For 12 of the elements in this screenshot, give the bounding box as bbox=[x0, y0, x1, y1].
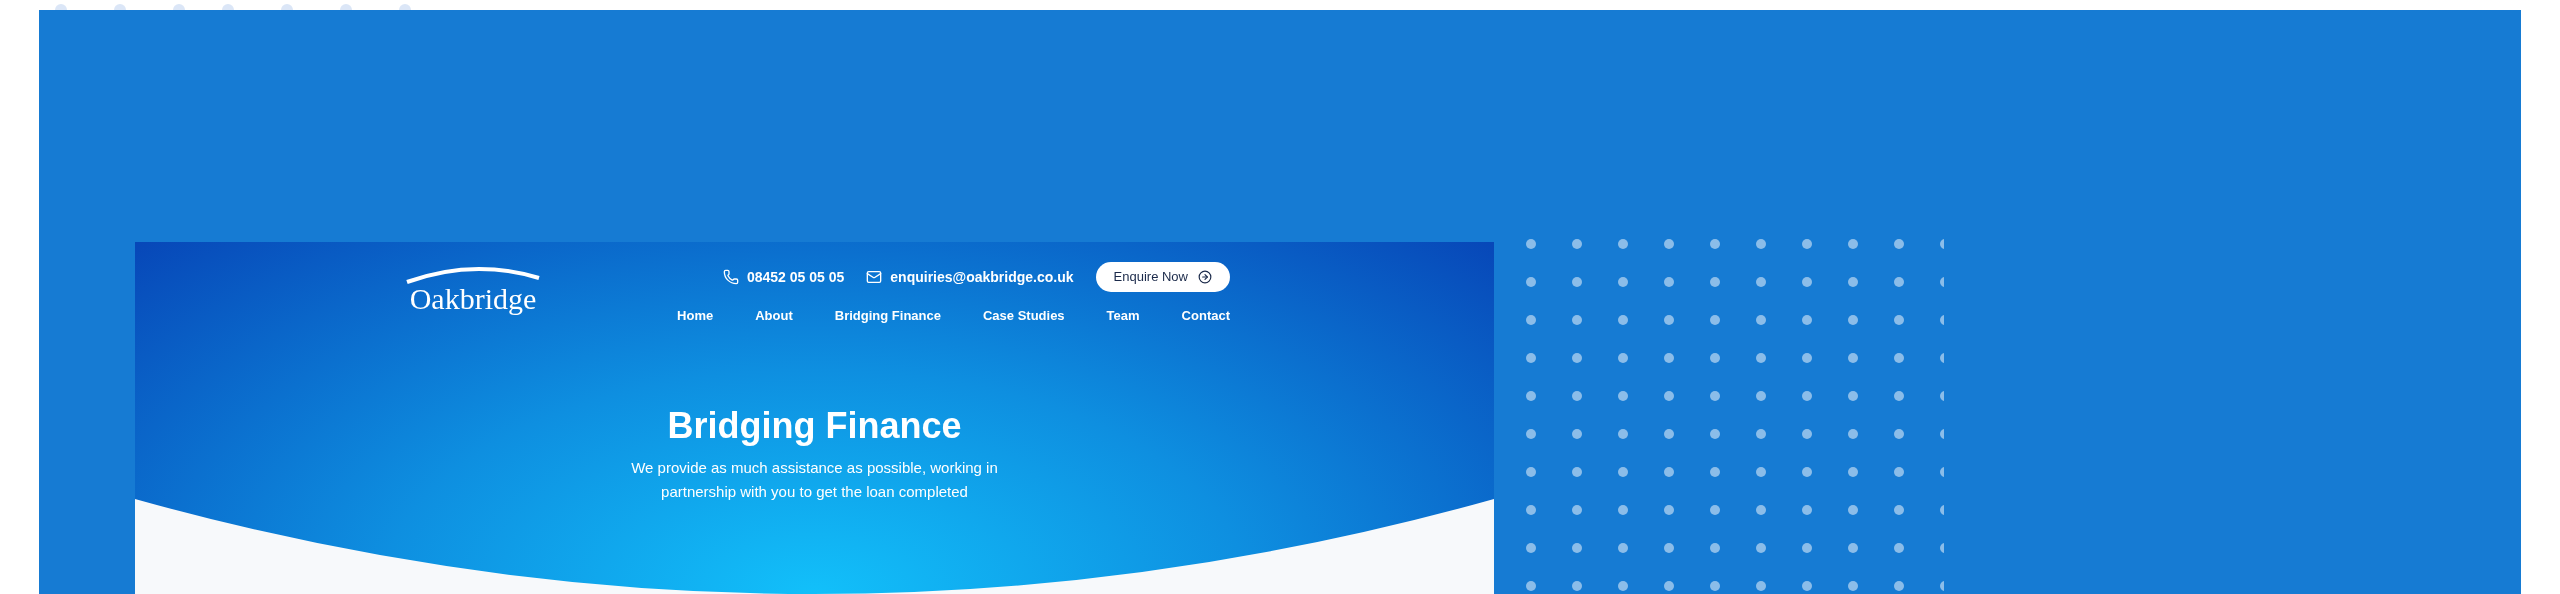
nav-link[interactable]: About bbox=[755, 306, 793, 326]
nav-link[interactable]: Home bbox=[677, 306, 714, 326]
enquire-button[interactable]: Enquire Now bbox=[1095, 262, 1230, 292]
email-link[interactable]: enquiries@oakbridge.co.uk bbox=[890, 266, 1074, 288]
nav-link[interactable]: Contact bbox=[1181, 306, 1230, 326]
phone-number[interactable]: 08452 05 05 05 bbox=[746, 266, 845, 288]
hero-text: We provide as much assistance as possible, working in partnership with you to get the loan completed bbox=[630, 457, 999, 502]
nav-link[interactable]: Case Studies bbox=[982, 306, 1065, 326]
nav-link[interactable]: Team bbox=[1106, 306, 1140, 326]
nav-link[interactable]: Bridging Finance bbox=[834, 306, 941, 326]
logo[interactable]: Oakbridge bbox=[405, 264, 541, 326]
hero-title: Bridging Finance bbox=[667, 407, 962, 444]
